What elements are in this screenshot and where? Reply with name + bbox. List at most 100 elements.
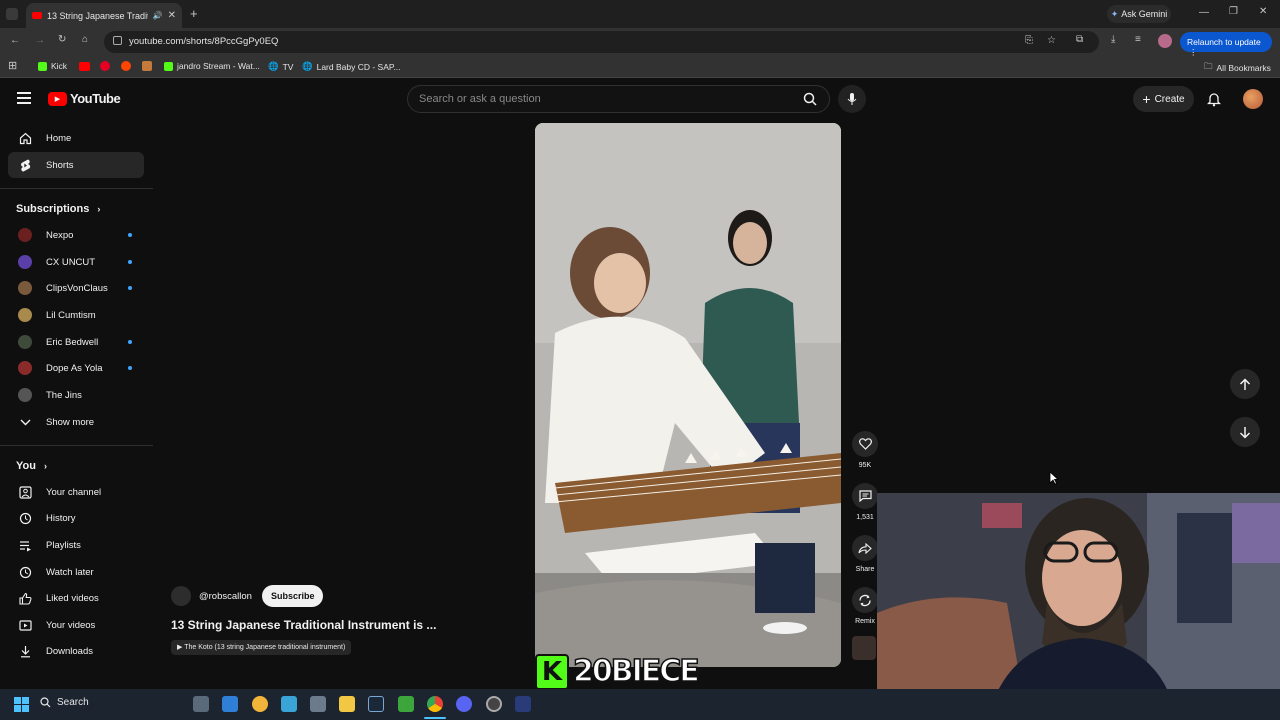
remix-icon[interactable]	[852, 587, 878, 613]
sidebar-item-subscription[interactable]: Eric Bedwell	[8, 329, 144, 355]
channel-avatar[interactable]	[171, 586, 191, 606]
browser-tab[interactable]: 13 String Japanese Traditio... 🔊 ✕	[26, 3, 182, 28]
youtube-play-icon: ▶	[48, 91, 67, 106]
menu-icon[interactable]	[17, 92, 31, 104]
restore-icon[interactable]: ❐	[1229, 6, 1238, 17]
shorts-video-player[interactable]	[535, 123, 841, 667]
profile-avatar[interactable]	[1158, 34, 1172, 48]
subscribe-button[interactable]: Subscribe	[261, 585, 324, 607]
show-more-button[interactable]: Show more	[8, 409, 144, 435]
related-video-chip[interactable]: ▶ The Koto (13 string Japanese tradition…	[171, 640, 352, 655]
sidebar-item-subscription[interactable]: ClipsVonClaus	[8, 275, 144, 301]
bookmark-stream[interactable]: jandro Stream - Wat...	[164, 61, 260, 71]
tab-list-button[interactable]	[6, 8, 18, 20]
site-info-icon[interactable]	[113, 36, 122, 45]
reading-list-icon[interactable]: ≡	[1135, 34, 1141, 45]
taskbar-search[interactable]: Search	[40, 697, 89, 708]
channel-avatar	[18, 361, 32, 375]
sidebar-item-subscription[interactable]: Lil Cumtism	[8, 302, 144, 328]
all-bookmarks[interactable]: 🗀 All Bookmarks	[1204, 61, 1271, 75]
video-title[interactable]: 13 String Japanese Traditional Instrumen…	[171, 618, 436, 632]
sidebar-item-history[interactable]: History	[8, 505, 144, 531]
share-action[interactable]: Share	[851, 535, 879, 573]
relaunch-button[interactable]: Relaunch to update ⋮	[1180, 32, 1272, 57]
file-explorer-icon[interactable]	[252, 696, 268, 712]
sidebar-item-subscription[interactable]: CX UNCUT	[8, 249, 144, 275]
install-app-icon[interactable]: ⎘	[1025, 35, 1033, 46]
new-tab-icon[interactable]: +	[190, 6, 198, 21]
address-bar[interactable]: youtube.com/shorts/8PccGgPy0EQ ⎘ ☆	[104, 31, 1099, 53]
youtube-logo[interactable]: ▶ YouTube	[48, 91, 121, 106]
channel-name[interactable]: @robscallon	[199, 591, 252, 602]
pinterest-icon[interactable]	[100, 61, 110, 71]
sidebar-item-playlists[interactable]: Playlists	[8, 532, 144, 558]
home-icon[interactable]: ⌂	[82, 34, 88, 45]
sidebar-item-your-videos[interactable]: Your videos	[8, 612, 144, 638]
obs-icon[interactable]	[486, 696, 502, 712]
sound-thumbnail[interactable]	[852, 636, 876, 660]
next-short-button[interactable]	[1230, 417, 1260, 447]
forward-icon[interactable]: →	[35, 35, 45, 46]
comment-action[interactable]: 1,531	[851, 483, 879, 521]
account-avatar[interactable]	[1243, 89, 1263, 109]
comment-icon[interactable]	[852, 483, 878, 509]
sidebar-item-label: Lil Cumtism	[46, 309, 96, 321]
ask-gemini-button[interactable]: ✦ Ask Gemini	[1107, 5, 1171, 23]
folder-icon[interactable]	[339, 696, 355, 712]
downloads-icon[interactable]: ⤓	[1111, 34, 1115, 45]
audio-icon[interactable]: 🔊	[153, 11, 163, 20]
image-bookmark-icon[interactable]	[142, 61, 152, 71]
voice-search-button[interactable]	[838, 85, 866, 113]
window-close-icon[interactable]: ✕	[1259, 6, 1267, 17]
search-input[interactable]: Search or ask a question	[407, 85, 830, 113]
bookmark-star-icon[interactable]: ☆	[1047, 35, 1056, 46]
widgets-icon[interactable]	[222, 696, 238, 712]
extensions-icon[interactable]: ⧉	[1076, 34, 1083, 45]
previous-short-button[interactable]	[1230, 369, 1260, 399]
search-button[interactable]	[796, 87, 824, 111]
sidebar-item-watch-later[interactable]: Watch later	[8, 559, 144, 585]
back-icon[interactable]: ←	[10, 35, 20, 46]
reload-icon[interactable]: ↻	[58, 34, 66, 45]
sidebar-item-home[interactable]: Home	[8, 125, 144, 151]
like-action[interactable]: 95K	[851, 431, 879, 469]
reddit-icon[interactable]	[121, 61, 131, 71]
like-icon[interactable]	[852, 431, 878, 457]
apps-grid-icon[interactable]: ⊞	[8, 59, 17, 72]
bookmark-kick[interactable]: Kick	[38, 61, 67, 71]
sidebar-item-subscription[interactable]: The Jins	[8, 382, 144, 408]
minecraft-icon[interactable]	[398, 696, 414, 712]
bookmark-lard-baby[interactable]: 🌐 Lard Baby CD - SAP...	[302, 61, 401, 72]
notifications-icon[interactable]	[1206, 91, 1222, 112]
channel-avatar	[18, 388, 32, 402]
sidebar-item-subscription[interactable]: Nexpo	[8, 222, 144, 248]
channel-avatar	[18, 255, 32, 269]
windows-start-icon[interactable]	[14, 697, 29, 712]
calculator-icon[interactable]	[310, 696, 326, 712]
kick-logo-icon: K	[535, 654, 569, 690]
chrome-icon[interactable]	[427, 696, 443, 712]
task-view-icon[interactable]	[193, 696, 209, 712]
sidebar-item-label: Watch later	[46, 566, 94, 578]
discord-icon[interactable]	[456, 696, 472, 712]
sidebar-item-subscription[interactable]: Dope As Yola	[8, 355, 144, 381]
share-icon[interactable]	[852, 535, 878, 561]
steam-icon[interactable]	[368, 696, 384, 712]
tab-close-icon[interactable]: ✕	[168, 10, 176, 21]
create-button[interactable]: + Create	[1133, 86, 1194, 112]
store-icon[interactable]	[281, 696, 297, 712]
bookmark-tv[interactable]: 🌐 TV	[268, 61, 293, 72]
sidebar-item-your-channel[interactable]: Your channel	[8, 479, 144, 505]
sidebar-item-downloads[interactable]: Downloads	[8, 638, 144, 664]
youtube-bookmark-icon[interactable]	[79, 62, 90, 71]
new-content-dot	[128, 233, 132, 237]
subscriptions-heading[interactable]: Subscriptions ›	[16, 203, 100, 215]
you-heading[interactable]: You ›	[16, 460, 47, 472]
app-icon[interactable]	[515, 696, 531, 712]
sidebar-item-shorts[interactable]: Shorts	[8, 152, 144, 178]
plus-icon: +	[1142, 91, 1151, 107]
remix-action[interactable]: Remix	[851, 587, 879, 625]
minimize-icon[interactable]: —	[1199, 7, 1209, 18]
sidebar-item-liked-videos[interactable]: Liked videos	[8, 585, 144, 611]
bookmarks-bar: ⊞ Kick jandro Stream - Wat... 🌐 TV 🌐 Lard …	[0, 56, 1280, 78]
